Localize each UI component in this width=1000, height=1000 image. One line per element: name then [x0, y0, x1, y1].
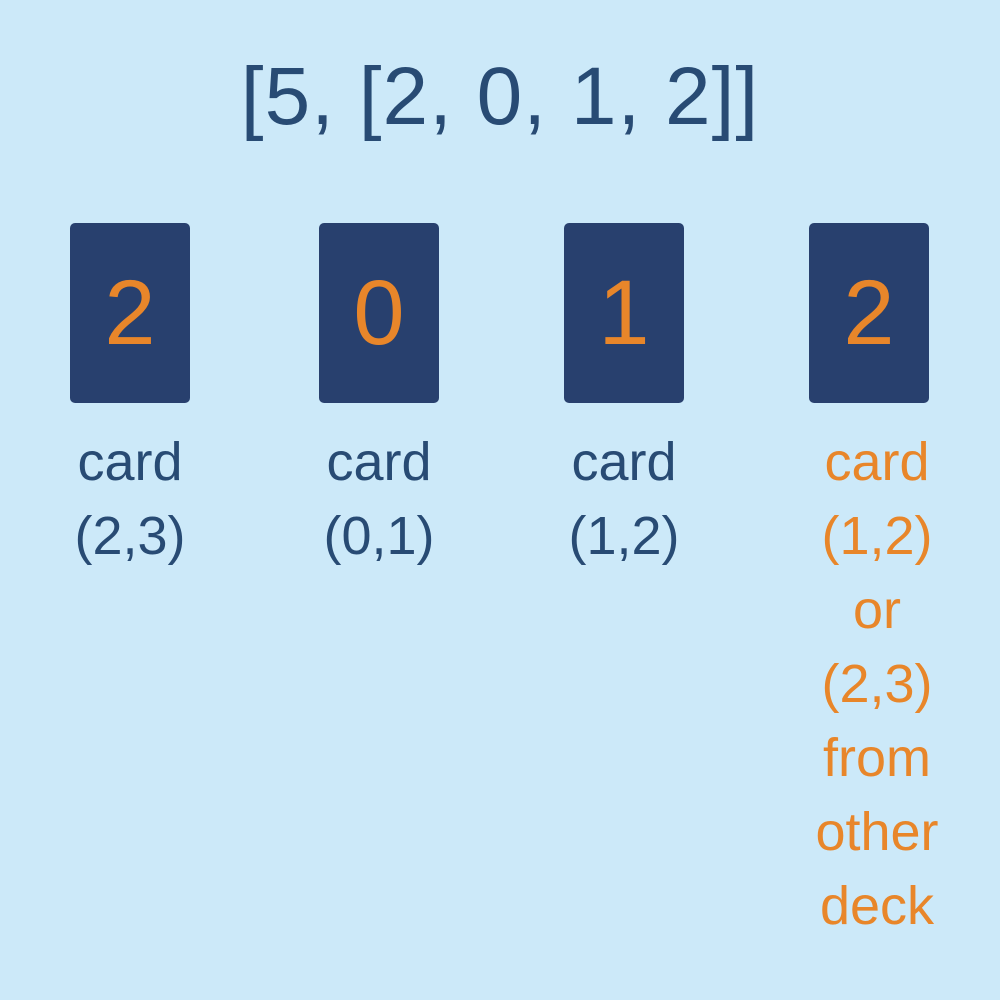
- card-2: 0: [319, 223, 439, 403]
- card-4: 2: [809, 223, 929, 403]
- caption-line: card: [824, 432, 930, 492]
- caption-line: deck: [819, 876, 935, 936]
- card-2-caption: card (0,1): [279, 425, 479, 573]
- card-2-value: 0: [353, 262, 405, 364]
- caption-line: (1,2): [568, 506, 680, 566]
- sequence-title: [5, [2, 0, 1, 2]]: [240, 51, 760, 142]
- card-1: 2: [70, 223, 190, 403]
- card-4-caption: card (1,2) or (2,3) from other deck: [777, 425, 977, 943]
- caption-line: card: [571, 432, 677, 492]
- caption-line: (2,3): [74, 506, 186, 566]
- caption-line: (1,2): [821, 506, 933, 566]
- caption-line: (0,1): [323, 506, 435, 566]
- caption-line: other: [815, 802, 939, 862]
- caption-line: card: [326, 432, 432, 492]
- card-3-value: 1: [598, 262, 650, 364]
- caption-line: card: [77, 432, 183, 492]
- card-3-caption: card (1,2): [524, 425, 724, 573]
- caption-line: from: [823, 728, 931, 788]
- card-1-caption: card (2,3): [30, 425, 230, 573]
- caption-line: or: [852, 580, 901, 640]
- card-1-value: 2: [104, 262, 156, 364]
- card-3: 1: [564, 223, 684, 403]
- caption-line: (2,3): [821, 654, 933, 714]
- card-4-value: 2: [843, 262, 895, 364]
